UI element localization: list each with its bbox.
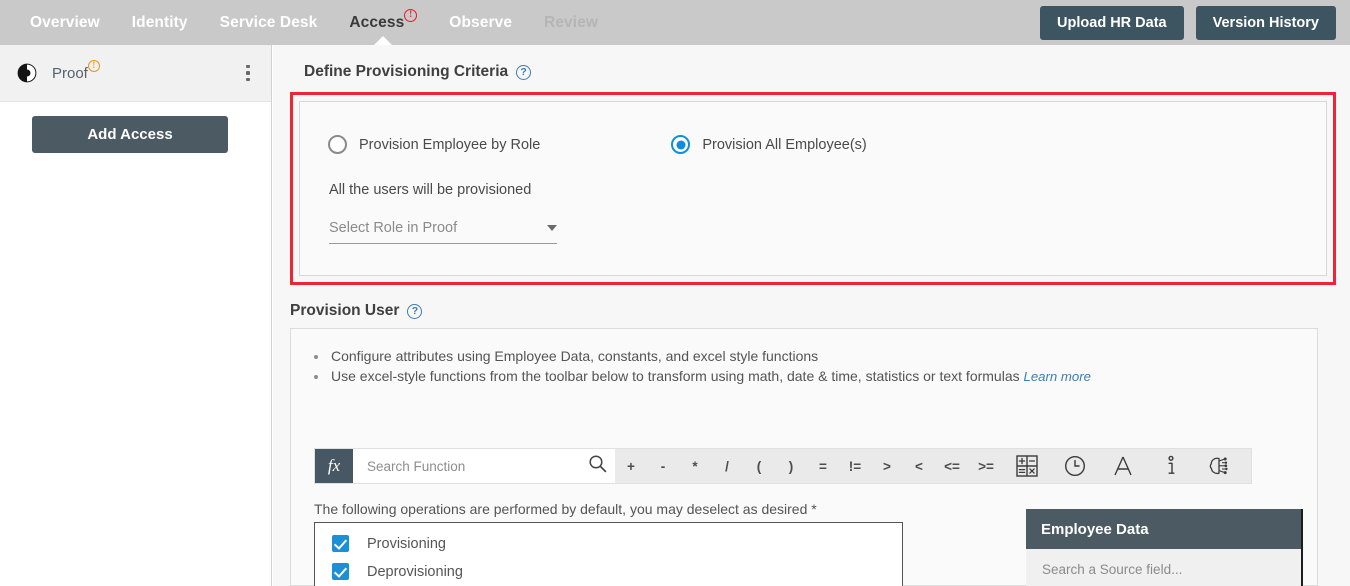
radio-button-icon-selected[interactable] xyxy=(671,135,691,154)
operator-greater-than[interactable]: > xyxy=(871,449,903,483)
employee-data-body: Mail (abc) xyxy=(1026,549,1301,586)
nav-actions: Upload HR Data Version History xyxy=(1040,5,1336,40)
instruction-text: Configure attributes using Employee Data… xyxy=(331,348,819,364)
provision-user-card: Configure attributes using Employee Data… xyxy=(290,328,1318,586)
operator-close-paren[interactable]: ) xyxy=(775,449,807,483)
nav-item-label: Access xyxy=(349,13,405,31)
search-function-input[interactable] xyxy=(365,457,588,475)
help-icon[interactable]: ? xyxy=(516,64,532,80)
main-content: Define Provisioning Criteria ? Provision… xyxy=(273,45,1350,586)
define-provisioning-criteria-title: Define Provisioning Criteria ? xyxy=(304,63,532,81)
add-access-button[interactable]: Add Access xyxy=(32,116,228,153)
provisioning-mode-radio-group: Provision Employee by Role Provision All… xyxy=(328,135,867,154)
active-tab-pointer-icon xyxy=(374,36,393,45)
nav-items: Overview Identity Service Desk Access ! … xyxy=(14,0,614,45)
operator-plus[interactable]: + xyxy=(615,449,647,483)
select-role-placeholder: Select Role in Proof xyxy=(329,220,458,236)
warning-badge-icon: ! xyxy=(404,9,418,22)
sidebar-app-name: Proof xyxy=(52,64,88,82)
operations-checkbox-group: Provisioning Deprovisioning xyxy=(314,522,903,586)
clock-icon[interactable] xyxy=(1051,449,1099,483)
fx-button[interactable]: fx xyxy=(315,449,353,483)
operator-divide[interactable]: / xyxy=(711,449,743,483)
app-warning-badge-icon: ! xyxy=(87,60,100,72)
search-icon[interactable] xyxy=(588,454,607,478)
operator-greater-equal[interactable]: >= xyxy=(969,449,1003,483)
section-title-text: Provision User xyxy=(290,302,400,319)
provision-user-title: Provision User ? xyxy=(290,302,423,320)
section-title-text: Define Provisioning Criteria xyxy=(304,63,509,80)
nav-item-label: Identity xyxy=(131,13,188,31)
operator-not-equals[interactable]: != xyxy=(839,449,871,483)
checkbox-label: Provisioning xyxy=(367,535,446,552)
radio-provision-by-role[interactable]: Provision Employee by Role xyxy=(328,135,540,154)
nav-item-service-desk[interactable]: Service Desk xyxy=(204,0,334,45)
info-icon[interactable] xyxy=(1147,449,1195,483)
text-icon[interactable] xyxy=(1099,449,1147,483)
source-field-search-input[interactable] xyxy=(1040,561,1287,578)
operations-label: The following operations are performed b… xyxy=(314,501,817,517)
help-icon[interactable]: ? xyxy=(407,303,423,319)
proof-logo-icon xyxy=(16,62,38,84)
checkbox-icon-checked[interactable] xyxy=(332,535,349,552)
checkbox-icon-checked[interactable] xyxy=(332,563,349,580)
sidebar: Proof ! Add Access xyxy=(0,45,272,586)
instruction-bullet: Use excel-style functions from the toolb… xyxy=(329,366,1317,387)
kebab-dot xyxy=(246,71,250,75)
upload-hr-data-button[interactable]: Upload HR Data xyxy=(1040,5,1184,40)
top-navigation-bar: Overview Identity Service Desk Access ! … xyxy=(0,0,1350,45)
employee-data-header: Employee Data xyxy=(1026,509,1301,549)
nav-item-review[interactable]: Review xyxy=(528,0,614,45)
nav-item-label: Observe xyxy=(449,13,513,31)
checkbox-row-deprovisioning[interactable]: Deprovisioning xyxy=(332,563,902,580)
criteria-note-text: All the users will be provisioned xyxy=(329,182,532,198)
nav-item-label: Service Desk xyxy=(219,13,318,31)
nav-item-label: Review xyxy=(544,13,599,31)
math-icon[interactable] xyxy=(1003,449,1051,483)
ai-brain-icon[interactable] xyxy=(1195,449,1243,483)
nav-item-observe[interactable]: Observe xyxy=(433,0,528,45)
add-access-container: Add Access xyxy=(0,102,271,153)
provision-user-instructions: Configure attributes using Employee Data… xyxy=(291,329,1317,387)
kebab-dot xyxy=(246,64,250,69)
operator-less-than[interactable]: < xyxy=(903,449,935,483)
radio-provision-all-employees[interactable]: Provision All Employee(s) xyxy=(671,135,867,154)
nav-item-identity[interactable]: Identity xyxy=(116,0,204,45)
instruction-text: Use excel-style functions from the toolb… xyxy=(331,368,1020,384)
checkbox-label: Deprovisioning xyxy=(367,563,463,580)
search-function-container xyxy=(353,449,615,483)
operator-equals[interactable]: = xyxy=(807,449,839,483)
function-toolbar: fx + - * / ( ) = != > < <= >= xyxy=(314,448,1252,484)
provisioning-criteria-card: Provision Employee by Role Provision All… xyxy=(299,101,1327,276)
instruction-bullet: Configure attributes using Employee Data… xyxy=(329,346,1317,366)
kebab-menu-icon[interactable] xyxy=(239,62,257,84)
nav-item-overview[interactable]: Overview xyxy=(14,0,116,45)
radio-label: Provision All Employee(s) xyxy=(702,136,867,153)
learn-more-link[interactable]: Learn more xyxy=(1024,369,1091,384)
employee-data-panel: Employee Data Mail (abc) xyxy=(1026,509,1303,586)
radio-button-icon[interactable] xyxy=(328,135,347,154)
operator-multiply[interactable]: * xyxy=(679,449,711,483)
version-history-button[interactable]: Version History xyxy=(1195,5,1336,40)
kebab-dot xyxy=(246,77,250,82)
select-role-dropdown[interactable]: Select Role in Proof xyxy=(329,220,557,244)
operator-less-equal[interactable]: <= xyxy=(935,449,969,483)
source-field-search-container xyxy=(1040,561,1287,586)
chevron-down-icon xyxy=(547,225,557,231)
operator-open-paren[interactable]: ( xyxy=(743,449,775,483)
sidebar-item-proof[interactable]: Proof ! xyxy=(0,45,271,102)
nav-item-access[interactable]: Access ! xyxy=(333,0,433,45)
operator-minus[interactable]: - xyxy=(647,449,679,483)
checkbox-row-provisioning[interactable]: Provisioning xyxy=(332,535,902,552)
nav-item-label: Overview xyxy=(30,13,100,31)
provisioning-criteria-highlight: Provision Employee by Role Provision All… xyxy=(290,92,1336,285)
radio-label: Provision Employee by Role xyxy=(359,136,541,153)
